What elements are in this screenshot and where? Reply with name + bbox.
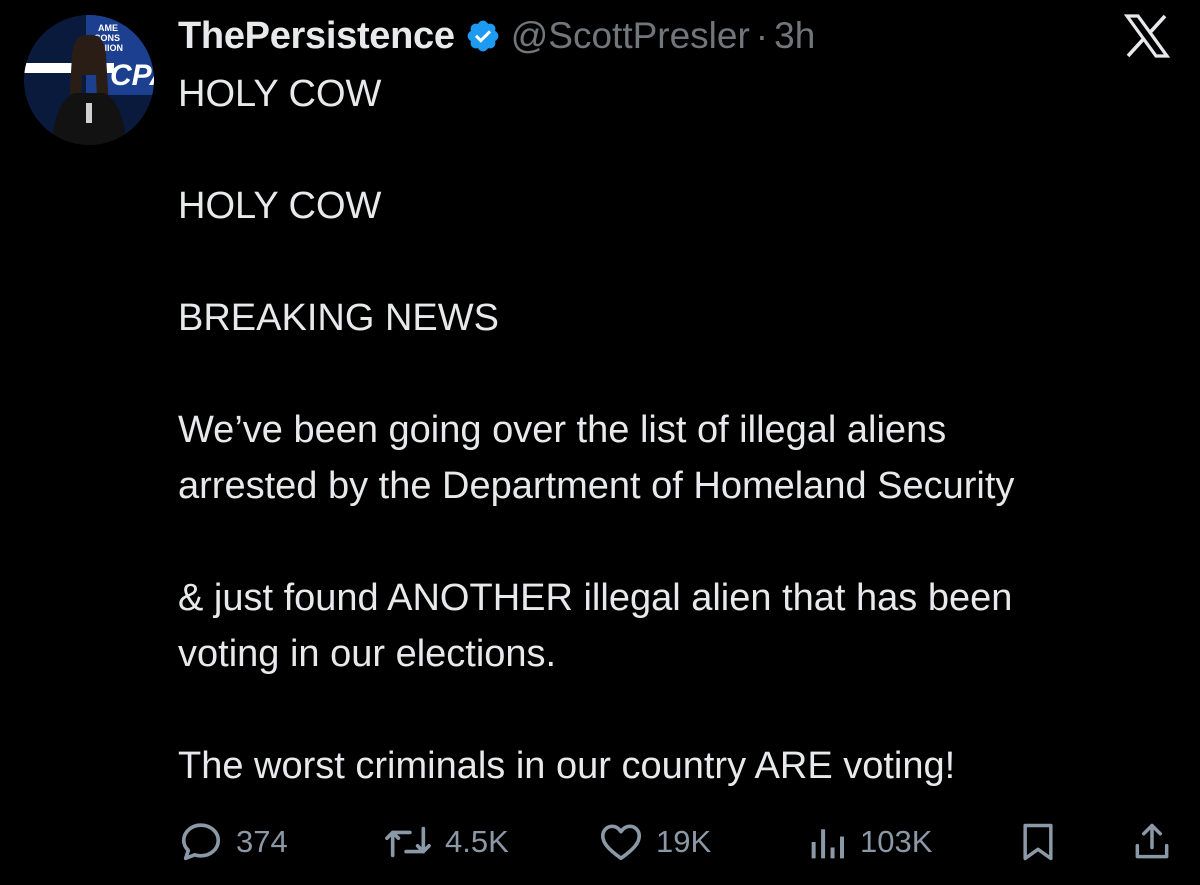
views-icon [811,829,844,859]
display-name[interactable]: ThePersistence [178,15,455,58]
tweet-paragraph: HOLY COW [178,66,1178,122]
reply-icon [181,823,221,861]
tweet-line: & just found ANOTHER illegal alien that … [178,577,1013,619]
tweet-line: The worst criminals in our country ARE v… [178,745,956,787]
tweet-line: HOLY COW [178,73,382,115]
views-button[interactable]: 103K [808,812,932,872]
tweet-paragraph: BREAKING NEWS [178,290,1178,346]
timestamp[interactable]: 3h [774,15,815,57]
share-icon [1135,823,1169,859]
tweet-paragraph: HOLY COW [178,178,1178,234]
tweet-header: ThePersistence @ScottPresler · 3h [178,11,815,61]
tweet-line: HOLY COW [178,185,382,227]
repost-count: 4.5K [445,824,509,859]
tweet-paragraph: We’ve been going over the list of illega… [178,402,1178,514]
bookmark-button[interactable] [1016,812,1060,872]
tweet-paragraph: The worst criminals in our country ARE v… [178,738,1178,794]
like-button[interactable]: 19K [598,812,711,872]
share-button[interactable] [1130,812,1174,872]
tweet-paragraph: & just found ANOTHER illegal alien that … [178,570,1178,682]
avatar-photo: AME CONS UNION CPA [24,15,154,145]
separator-dot: · [755,15,769,56]
tweet-line: arrested by the Department of Homeland S… [178,465,1015,507]
like-count: 19K [656,824,712,859]
view-count: 103K [860,824,933,859]
reply-button[interactable]: 374 [178,812,288,872]
tweet: AME CONS UNION CPA ThePersistence @Scott… [0,0,1200,885]
tweet-line: BREAKING NEWS [178,297,499,339]
repost-icon [385,826,431,858]
verified-badge-icon [465,18,501,54]
heart-icon [600,824,642,861]
action-bar: 374 4.5K 19K 103K [178,812,1173,872]
handle[interactable]: @ScottPresler [511,15,750,57]
reply-count: 374 [236,824,288,859]
tweet-line: voting in our elections. [178,633,557,675]
avatar-text: AME [98,23,118,33]
x-logo-icon[interactable] [1123,14,1171,58]
repost-button[interactable]: 4.5K [383,812,509,872]
tweet-line: We’ve been going over the list of illega… [178,409,947,451]
avatar-text: CPA [110,59,154,92]
avatar[interactable]: AME CONS UNION CPA [24,15,154,145]
tweet-text: HOLY COW HOLY COW BREAKING NEWS We’ve been … [178,66,1178,794]
bookmark-icon [1023,823,1053,861]
